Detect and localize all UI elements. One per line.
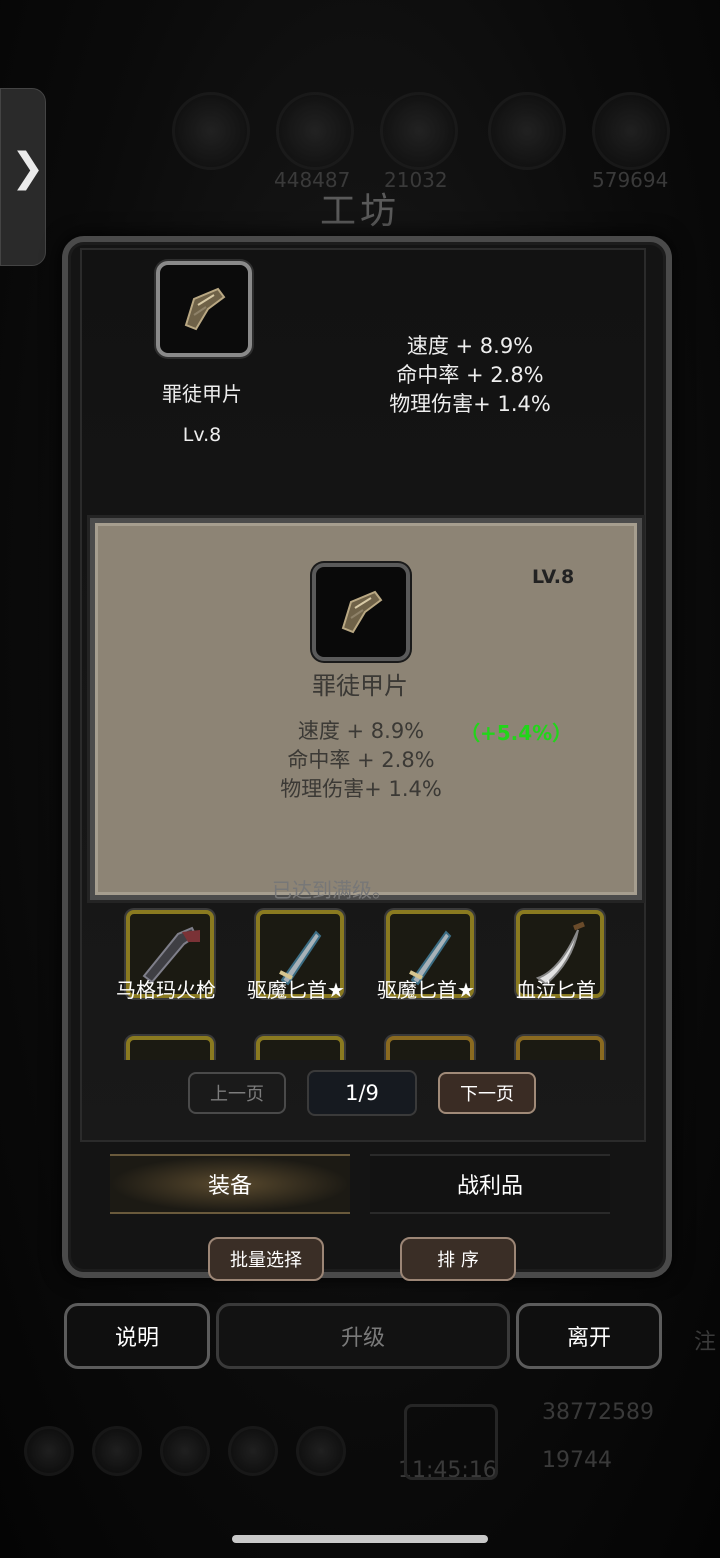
item-slot[interactable] [256,1036,344,1060]
bg-resource-orb [488,92,566,170]
stat-line: 速度 + 8.9% [406,334,534,358]
armor-plate-icon [341,590,383,634]
bg-menu-icon [160,1426,210,1476]
item-name: 马格玛火枪 [116,978,216,1002]
page-title: 工坊 [319,191,400,232]
current-item-level: Lv.8 [182,424,222,446]
current-item-slot[interactable] [156,261,252,357]
current-item-name: 罪徒甲片 [162,382,242,406]
stat-line: 速度 + 8.9% [297,719,425,743]
page-indicator: 1/9 [307,1070,417,1116]
item-name: 驱魔匕首★ [377,978,475,1002]
bg-menu-icon [24,1426,74,1476]
bg-gem-value: 19744 [542,1448,612,1473]
popup-item-name: 罪徒甲片 [312,672,408,700]
tab-equipment[interactable]: 装备 [110,1154,350,1214]
next-page-button[interactable]: 下一页 [438,1072,536,1114]
item-slot[interactable] [386,1036,474,1060]
bg-resource-orb [172,92,250,170]
chevron-right-icon: ❯ [11,145,45,191]
stat-line: 命中率 + 2.8% [396,363,544,387]
gift-box-icon [404,1404,498,1480]
sort-button[interactable]: 排 序 [400,1237,516,1281]
bg-menu-icon [228,1426,278,1476]
item-name: 驱魔匕首★ [247,978,345,1002]
side-drawer-tab[interactable]: ❯ [0,88,46,266]
bg-gold-value: 38772589 [542,1400,654,1425]
tab-loot[interactable]: 战利品 [370,1154,610,1214]
bg-menu-icon [296,1426,346,1476]
bg-resource-orb [276,92,354,170]
popup-level: LV.8 [532,566,575,588]
stat-line: 物理伤害+ 1.4% [389,392,551,416]
leave-button[interactable]: 离开 [516,1303,662,1369]
bg-side-char: 注 [694,1330,717,1355]
popup-item-slot [312,563,410,661]
upgrade-button[interactable]: 升级 [216,1303,510,1369]
home-indicator[interactable] [232,1535,488,1543]
current-item-stats: 速度 + 8.9% 命中率 + 2.8% 物理伤害+ 1.4% [360,332,580,419]
stat-line: 命中率 + 2.8% [287,748,435,772]
item-grid: 马格玛火枪 驱魔匕首★ 驱魔匕首★ 血泣匕首 [96,892,626,1060]
bg-resource-orb [380,92,458,170]
item-slot[interactable] [516,1036,604,1060]
bg-resource-orb [592,92,670,170]
bg-value: 579694 [592,168,669,192]
batch-select-button[interactable]: 批量选择 [208,1237,324,1281]
popup-bonus: （+5.4%） [460,721,573,745]
bg-menu-icon [92,1426,142,1476]
popup-item-stats: 速度 + 8.9% 命中率 + 2.8% 物理伤害+ 1.4% [262,717,460,804]
explain-button[interactable]: 说明 [64,1303,210,1369]
prev-page-button[interactable]: 上一页 [188,1072,286,1114]
armor-plate-icon [184,287,226,331]
item-name: 血泣匕首 [516,978,596,1002]
item-slot[interactable] [126,1036,214,1060]
stat-line: 物理伤害+ 1.4% [280,777,442,801]
